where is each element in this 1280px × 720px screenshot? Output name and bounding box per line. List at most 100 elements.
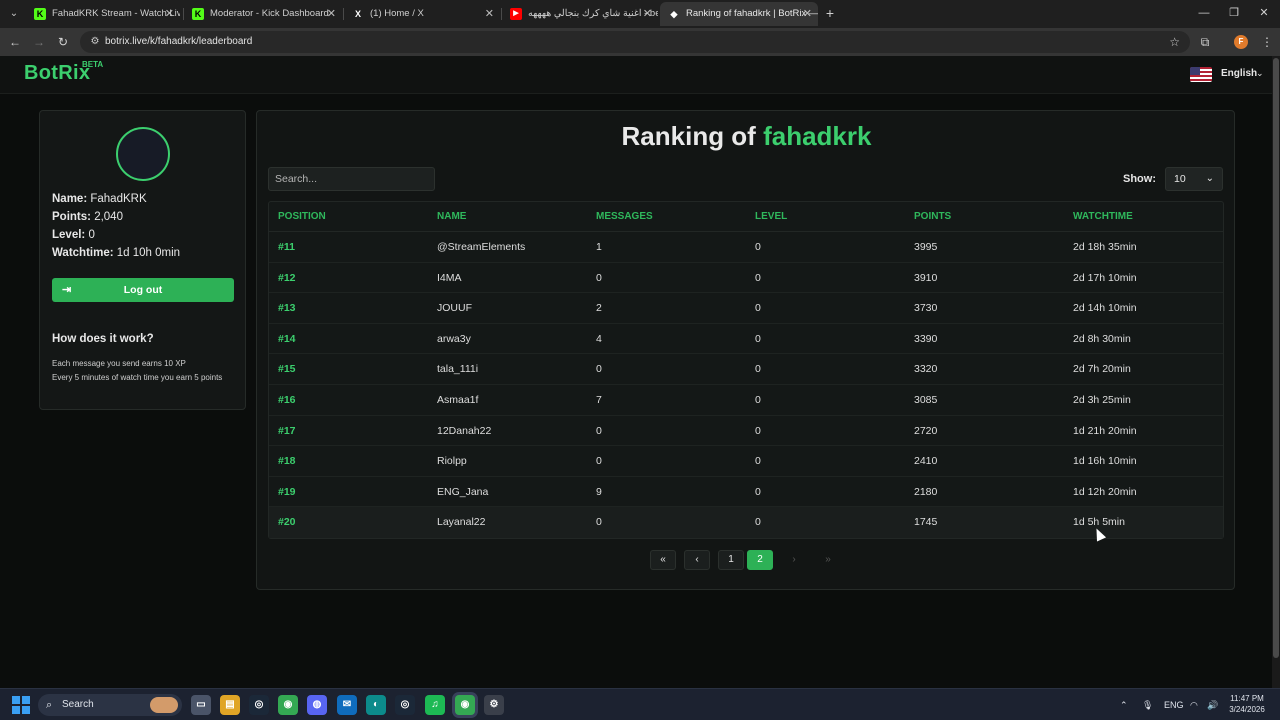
- position-cell: #16: [278, 393, 296, 406]
- tray-language[interactable]: ENG: [1164, 689, 1184, 720]
- position-cell: #17: [278, 424, 296, 437]
- points-cell: 2410: [914, 455, 938, 468]
- edge-icon[interactable]: ◐: [366, 695, 386, 715]
- page-title: Ranking of fahadkrk: [621, 121, 872, 151]
- tab-kick-dashboard[interactable]: K Moderator - Kick Dashboard ✕: [184, 2, 342, 26]
- chrome-icon[interactable]: ◉: [455, 695, 475, 715]
- maximize-icon[interactable]: ❐: [1220, 4, 1248, 22]
- task-view-icon[interactable]: ▭: [191, 695, 211, 715]
- browser-toolbar: ← → ↻ ⚙ botrix.live/k/fahadkrk/leaderboa…: [0, 28, 1280, 56]
- column-header[interactable]: MESSAGES: [596, 202, 653, 232]
- bookmark-star-icon[interactable]: ☆: [1169, 31, 1180, 53]
- wifi-icon[interactable]: ◠: [1190, 689, 1198, 720]
- microphone-icon[interactable]: 🎙: [1142, 689, 1153, 720]
- browser-tab-bar: ⌄ K FahadKRK Stream - Watch Live ✕ K Mod…: [0, 0, 1280, 28]
- watchtime-cell: 1d 21h 20min: [1073, 424, 1137, 437]
- minimize-icon[interactable]: —: [1190, 4, 1218, 22]
- spotify-icon[interactable]: ♫: [425, 695, 445, 715]
- table-body: #11 @StreamElements 1 0 3995 2d 18h 35min #12 I…: [269, 232, 1223, 538]
- kick-icon: K: [34, 8, 46, 20]
- level-cell: 0: [755, 485, 761, 498]
- column-header[interactable]: WATCHTIME: [1073, 202, 1133, 232]
- site-info-icon[interactable]: ⚙: [88, 35, 102, 49]
- back-arrow-icon[interactable]: ←: [6, 33, 24, 51]
- logout-button[interactable]: ⇥ Log out: [52, 278, 234, 302]
- app-icon[interactable]: ⚙: [484, 695, 504, 715]
- taskbar-search[interactable]: ⌕ Search: [38, 694, 182, 716]
- page-button-current[interactable]: 2: [747, 550, 773, 570]
- column-header[interactable]: POINTS: [914, 202, 951, 232]
- discord-icon[interactable]: ◍: [307, 695, 327, 715]
- watchtime-cell: 2d 7h 20min: [1073, 363, 1131, 376]
- forward-arrow-icon[interactable]: →: [30, 33, 48, 51]
- us-flag-icon: [1190, 67, 1212, 82]
- profile-avatar[interactable]: F: [1234, 35, 1248, 49]
- column-header[interactable]: POSITION: [278, 202, 326, 232]
- address-bar[interactable]: ⚙ botrix.live/k/fahadkrk/leaderboard ☆: [80, 31, 1190, 53]
- points-cell: 2720: [914, 424, 938, 437]
- page-size-value: 10: [1174, 173, 1186, 185]
- windows-taskbar: ⌕ Search ▭ ▤ ◎ ◉ ◍ ✉ ◐ ◎ ♫ ◉ ⚙ ⌃ 🎙 ENG ◠…: [0, 688, 1280, 720]
- tab-botrix-ranking[interactable]: ◆ Ranking of fahadkrk | BotRix — ✕: [660, 2, 818, 26]
- search-icon: ⌕: [46, 699, 53, 711]
- tab-kick-stream[interactable]: K FahadKRK Stream - Watch Live ✕: [26, 2, 180, 26]
- tab-search-icon[interactable]: ⌄: [6, 6, 22, 22]
- position-cell: #20: [278, 516, 296, 529]
- search-highlight-icon: [150, 697, 178, 713]
- url-text[interactable]: botrix.live/k/fahadkrk/leaderboard: [105, 31, 252, 53]
- column-header[interactable]: LEVEL: [755, 202, 787, 232]
- messages-cell: 4: [596, 332, 602, 345]
- tab-youtube[interactable]: ▶ اغنية شاي كرك بنجالي ههههه - be ✕: [502, 2, 658, 26]
- chrome-icon[interactable]: ◉: [278, 695, 298, 715]
- search-input[interactable]: [268, 167, 435, 191]
- page-scrollbar[interactable]: [1272, 56, 1280, 688]
- name-cell: Asmaa1f: [437, 393, 479, 406]
- table-row: #16 Asmaa1f 7 0 3085 2d 3h 25min: [269, 385, 1223, 416]
- close-tab-icon[interactable]: ✕: [165, 2, 174, 26]
- close-tab-icon[interactable]: ✕: [327, 2, 336, 26]
- messages-cell: 0: [596, 271, 602, 284]
- page-button[interactable]: 1: [718, 550, 744, 570]
- first-page-button[interactable]: «: [650, 550, 676, 570]
- logout-icon: ⇥: [62, 284, 72, 296]
- table-row: #11 @StreamElements 1 0 3995 2d 18h 35min: [269, 232, 1223, 263]
- last-page-button[interactable]: »: [815, 550, 841, 570]
- page-size-select[interactable]: 10 ⌄: [1165, 167, 1223, 191]
- close-tab-icon[interactable]: ✕: [643, 2, 652, 26]
- file-explorer-icon[interactable]: ▤: [220, 695, 240, 715]
- table-row: #15 tala_111i 0 0 3320 2d 7h 20min: [269, 354, 1223, 385]
- level-cell: 0: [755, 424, 761, 437]
- tab-x-home[interactable]: X (1) Home / X ✕: [344, 2, 500, 26]
- next-page-button[interactable]: ›: [781, 550, 807, 570]
- prev-page-button[interactable]: ‹: [684, 550, 710, 570]
- column-header[interactable]: NAME: [437, 202, 466, 232]
- messages-cell: 0: [596, 516, 602, 529]
- new-tab-button[interactable]: +: [822, 4, 838, 22]
- how-it-works-line: Every 5 minutes of watch time you earn 5…: [52, 373, 223, 382]
- level-cell: 0: [755, 363, 761, 376]
- youtube-icon: ▶: [510, 8, 522, 20]
- close-tab-icon[interactable]: ✕: [803, 2, 812, 26]
- steam-icon[interactable]: ◎: [249, 695, 269, 715]
- table-row: #14 arwa3y 4 0 3390 2d 8h 30min: [269, 324, 1223, 355]
- clock-date: 3/24/2026: [1229, 705, 1265, 714]
- taskbar-clock[interactable]: 11:47 PM 3/24/2026: [1224, 693, 1270, 715]
- volume-icon[interactable]: 🔊: [1207, 689, 1218, 720]
- tray-overflow-icon[interactable]: ⌃: [1120, 689, 1128, 720]
- taskbar-search-label: Search: [62, 699, 94, 710]
- close-tab-icon[interactable]: ✕: [485, 2, 494, 26]
- extensions-icon[interactable]: ⧉: [1196, 33, 1214, 51]
- show-label: Show:: [1123, 173, 1156, 185]
- messages-cell: 9: [596, 485, 602, 498]
- browser-menu-icon[interactable]: ⋮: [1258, 33, 1276, 51]
- scrollbar-thumb[interactable]: [1273, 58, 1279, 658]
- table-header: POSITION NAME MESSAGES LEVEL POINTS WATC…: [269, 202, 1223, 232]
- close-window-icon[interactable]: ✕: [1250, 4, 1278, 22]
- botrix-logo[interactable]: BotRix: [24, 62, 90, 85]
- position-cell: #11: [278, 241, 295, 253]
- position-cell: #14: [278, 332, 296, 345]
- outlook-icon[interactable]: ✉: [337, 695, 357, 715]
- reload-icon[interactable]: ↻: [54, 33, 72, 51]
- steam-icon[interactable]: ◎: [395, 695, 415, 715]
- windows-start-icon[interactable]: [12, 696, 30, 714]
